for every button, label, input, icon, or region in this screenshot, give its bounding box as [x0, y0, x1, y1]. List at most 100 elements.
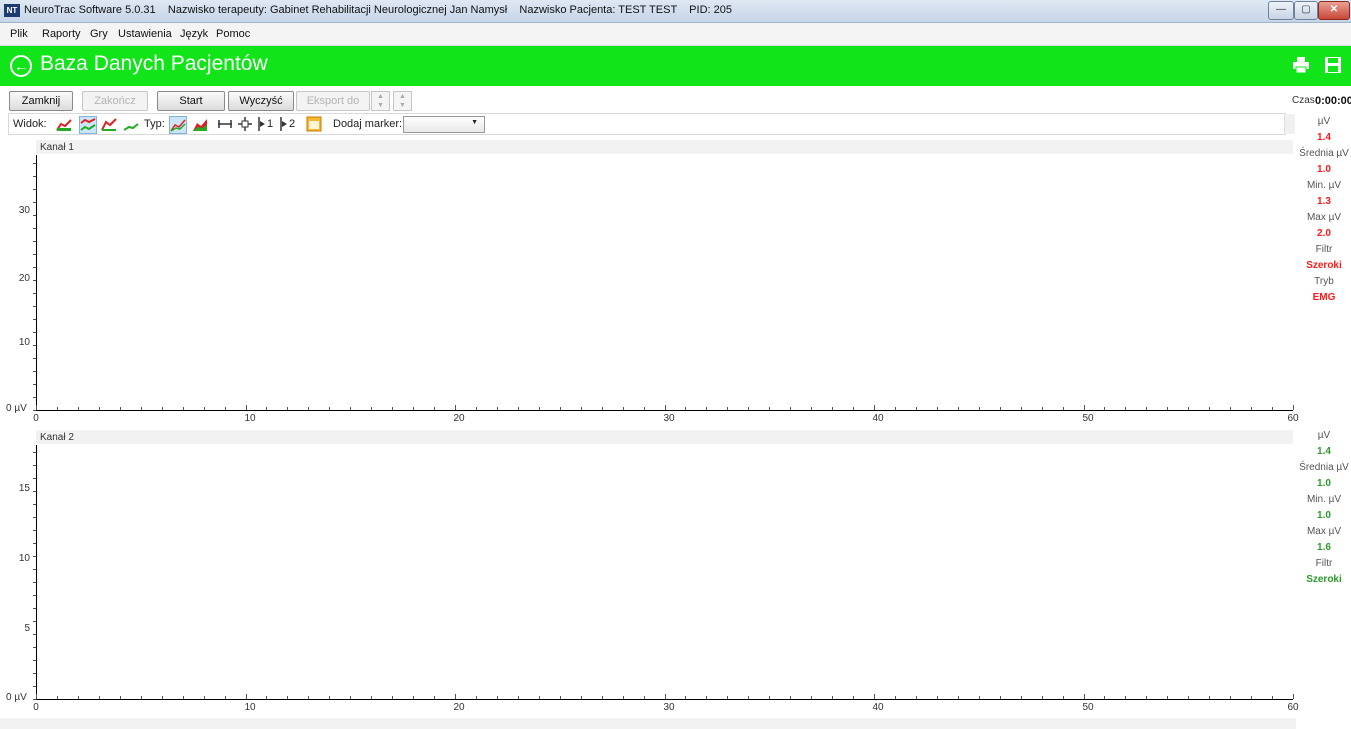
ch1-stat-mode-value: EMG: [1312, 292, 1336, 303]
type-line-chart-icon[interactable]: [169, 116, 187, 134]
ch1-stat-max-value: 2.0: [1317, 228, 1331, 239]
y-minor-tick: [33, 582, 36, 583]
channel-1-band: [36, 140, 1293, 154]
ch1-xtick-40: 40: [872, 413, 884, 424]
printer-icon[interactable]: [1292, 56, 1310, 74]
x-minor-tick: [622, 407, 624, 410]
marker-2-label: 2: [289, 118, 296, 130]
view-green-chart-icon[interactable]: [123, 116, 139, 132]
ch2-xtick-40: 40: [872, 702, 884, 713]
finish-button[interactable]: Zakończ: [82, 91, 148, 111]
maximize-button[interactable]: ▢: [1294, 1, 1318, 20]
x-minor-tick: [790, 407, 792, 410]
x-minor-tick: [496, 696, 498, 699]
close-window-button[interactable]: ✕: [1318, 1, 1350, 20]
app-logo-icon: NT: [4, 4, 20, 17]
x-minor-tick: [601, 407, 603, 410]
marker-1-icon[interactable]: [257, 116, 267, 132]
view-dual-chart-icon[interactable]: [79, 116, 97, 134]
view-red-chart-icon[interactable]: [101, 116, 117, 132]
x-minor-tick: [874, 694, 875, 699]
back-arrow-icon[interactable]: ←: [10, 55, 32, 77]
x-minor-tick: [1125, 407, 1127, 410]
type-area-chart-icon[interactable]: [192, 116, 208, 132]
x-minor-tick: [77, 696, 79, 699]
channel-2-x-axis: [36, 699, 1293, 700]
x-minor-tick: [1020, 407, 1022, 410]
x-minor-tick: [1041, 407, 1043, 410]
x-minor-tick: [580, 696, 582, 699]
x-minor-tick: [182, 407, 184, 410]
menu-raporty[interactable]: Raporty: [42, 28, 81, 40]
ch1-stat-min-value: 1.3: [1317, 196, 1331, 207]
menu-bar: Plik Raporty Gry Ustawienia Język Pomoc: [0, 23, 1351, 46]
x-minor-tick: [1083, 694, 1085, 699]
minimize-button[interactable]: —: [1268, 1, 1294, 20]
x-minor-tick: [1251, 407, 1253, 410]
y-minor-tick: [33, 397, 36, 398]
x-minor-tick: [203, 407, 205, 410]
ch2-stat-filter-value: Szeroki: [1306, 574, 1342, 585]
menu-pomoc[interactable]: Pomoc: [216, 28, 250, 40]
y-minor-tick: [33, 228, 36, 229]
y-minor-tick: [33, 647, 36, 648]
export-csv-button[interactable]: Eksport do CSV: [296, 91, 370, 125]
ch2-stat-filter-label: Filtr: [1315, 558, 1333, 569]
ch1-stat-mode-label: Tryb: [1314, 276, 1334, 287]
x-minor-tick: [643, 407, 645, 410]
horizontal-scrollbar[interactable]: [0, 718, 1296, 729]
start-button[interactable]: Start: [157, 91, 225, 111]
x-minor-tick: [538, 696, 540, 699]
marker-2-icon[interactable]: [279, 116, 289, 132]
x-minor-tick: [978, 696, 980, 699]
ch1-stat-avg-label: Średnia µV: [1299, 148, 1349, 159]
toolbar-scrollbar[interactable]: [1284, 114, 1295, 134]
ch2-xtick-60: 60: [1287, 702, 1299, 713]
auto-scale-icon[interactable]: [237, 116, 253, 132]
spinner-up-down-1[interactable]: ▲ ▼: [371, 91, 390, 111]
close-button[interactable]: Zamknij: [9, 91, 73, 111]
x-minor-tick: [874, 405, 875, 410]
y-minor-tick: [33, 319, 36, 320]
x-minor-tick: [1020, 696, 1022, 699]
x-minor-tick: [936, 407, 938, 410]
horizontal-zoom-icon[interactable]: [217, 116, 233, 132]
x-minor-tick: [790, 696, 792, 699]
save-icon[interactable]: [1324, 56, 1342, 74]
spinner-up-down-2[interactable]: ▲ ▼: [393, 91, 412, 111]
window-titlebar: NT NeuroTrac Software 5.0.31 Nazwisko te…: [0, 0, 1351, 23]
x-minor-tick: [1272, 696, 1274, 699]
x-minor-tick: [266, 407, 268, 410]
x-minor-tick: [245, 694, 247, 699]
menu-gry[interactable]: Gry: [90, 28, 108, 40]
ch1-ytick-10: 10: [18, 337, 30, 348]
x-minor-tick: [36, 405, 37, 410]
x-minor-tick: [1041, 696, 1043, 699]
x-minor-tick: [685, 696, 687, 699]
x-minor-tick: [664, 694, 666, 699]
y-minor-tick: [33, 673, 36, 674]
y-minor-tick: [33, 621, 36, 622]
x-minor-tick: [769, 696, 771, 699]
menu-ustawienia[interactable]: Ustawienia: [118, 28, 172, 40]
y-minor-tick: [33, 306, 36, 307]
y-minor-tick: [33, 293, 36, 294]
y-minor-tick: [33, 595, 36, 596]
x-minor-tick: [957, 696, 959, 699]
x-minor-tick: [999, 407, 1001, 410]
menu-plik[interactable]: Plik: [10, 28, 28, 40]
x-minor-tick: [664, 405, 666, 410]
czas-value: 0:00:00: [1315, 95, 1351, 107]
calendar-icon[interactable]: [306, 116, 322, 132]
clear-button[interactable]: Wyczyść: [228, 91, 294, 111]
x-minor-tick: [853, 696, 855, 699]
marker-select[interactable]: [403, 116, 485, 133]
menu-jezyk[interactable]: Język: [180, 28, 208, 40]
x-minor-tick: [56, 696, 58, 699]
x-minor-tick: [1062, 696, 1064, 699]
y-minor-tick: [33, 163, 36, 164]
ch2-stat-avg-label: Średnia µV: [1299, 462, 1349, 473]
view-single-chart-icon[interactable]: [56, 116, 72, 132]
x-minor-tick: [119, 696, 121, 699]
y-minor-tick: [33, 686, 36, 687]
